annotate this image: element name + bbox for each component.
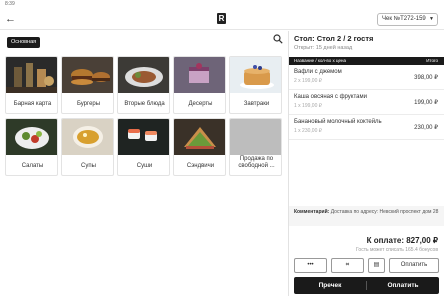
- pay-secondary-button[interactable]: Оплатить: [389, 258, 439, 273]
- back-arrow-icon[interactable]: ←: [5, 12, 16, 26]
- menu-tile-free-sale[interactable]: Продажа по свободной ...: [229, 118, 282, 176]
- menu-tile-soups[interactable]: Супы: [61, 118, 114, 176]
- scan-button[interactable]: ⌗: [331, 258, 364, 273]
- tile-label: Салаты: [21, 163, 44, 169]
- scan-icon: ⌗: [345, 262, 350, 268]
- salad-photo-icon: [6, 119, 57, 155]
- search-icon[interactable]: [271, 34, 285, 48]
- print-icon: ▤: [373, 262, 380, 268]
- chevron-down-icon: ▼: [429, 16, 434, 22]
- tile-label: Бургеры: [76, 101, 101, 107]
- item-sum: 398,00 ₽: [414, 75, 438, 81]
- order-actions: ••• ⌗ ▤ Оплатить: [294, 258, 439, 273]
- bar-drinks-photo-icon: [6, 57, 57, 93]
- item-qty: 1 x 199,00 ₽: [294, 103, 322, 109]
- category-chip[interactable]: Основная: [7, 37, 41, 48]
- app-logo: R: [217, 13, 226, 24]
- tile-label: Суши: [136, 163, 153, 169]
- tile-label: Сэндвичи: [186, 163, 215, 169]
- order-item[interactable]: Вафли с джемом 2 x 199,00 ₽ 398,00 ₽: [289, 65, 444, 90]
- order-item[interactable]: Каша овсяная с фруктами 1 x 199,00 ₽ 199…: [289, 90, 444, 115]
- order-comment: Комментарий: Доставка по адресу: Невский…: [289, 206, 444, 226]
- tile-label: Десерты: [188, 101, 213, 107]
- pay-bar: Пречек Оплатить: [294, 277, 439, 294]
- more-icon: •••: [307, 262, 314, 268]
- status-time: 8:39: [5, 1, 15, 7]
- order-table-header: Название / кол-во х цена Итого: [289, 57, 444, 65]
- order-opened: Открыт: 15 дней назад: [294, 45, 353, 51]
- menu-tile-bar[interactable]: Барная карта: [5, 56, 58, 114]
- sandwich-photo-icon: [174, 119, 225, 155]
- main-dish-photo-icon: [118, 57, 169, 93]
- order-title: Стол: Стол 2 / 2 гостя: [294, 34, 374, 43]
- item-name: Вафли с джемом: [294, 69, 342, 75]
- col-name-header: Название / кол-во х цена: [294, 58, 347, 63]
- order-panel: Стол: Стол 2 / 2 гостя Открыт: 15 дней н…: [289, 31, 444, 296]
- empty-placeholder-icon: [230, 119, 281, 155]
- menu-tile-salads[interactable]: Салаты: [5, 118, 58, 176]
- menu-tile-sandwiches[interactable]: Сэндвичи: [173, 118, 226, 176]
- menu-tile-sushi[interactable]: Суши: [117, 118, 170, 176]
- status-bar: 8:39: [0, 0, 444, 9]
- item-sum: 230,00 ₽: [414, 125, 438, 131]
- menu-tile-desserts[interactable]: Десерты: [173, 56, 226, 114]
- tile-label: Продажа по свободной ...: [238, 156, 275, 169]
- tile-label: Вторые блюда: [124, 101, 165, 107]
- menu-tile-main-dishes[interactable]: Вторые блюда: [117, 56, 170, 114]
- check-number: Чек №T272-159: [382, 16, 426, 22]
- app-bar: ← R Чек №T272-159 ▼: [0, 9, 444, 30]
- menu-tile-burgers[interactable]: Бургеры: [61, 56, 114, 114]
- pay-secondary-label: Оплатить: [400, 262, 428, 268]
- pay-button[interactable]: Оплатить: [367, 277, 439, 294]
- dessert-photo-icon: [174, 57, 225, 93]
- print-button[interactable]: ▤: [368, 258, 385, 273]
- item-name: Банановый молочный коктейль: [294, 119, 382, 125]
- tile-label: Завтраки: [243, 101, 270, 107]
- burger-photo-icon: [62, 57, 113, 93]
- sushi-photo-icon: [118, 119, 169, 155]
- order-total: К оплате: 827,00 ₽: [366, 236, 438, 245]
- check-selector[interactable]: Чек №T272-159 ▼: [377, 13, 438, 26]
- comment-text: Доставка по адресу: Невский проспект дом…: [330, 209, 439, 215]
- bonus-hint: Гость может списать 165.4 бонусов: [356, 247, 438, 253]
- soup-photo-icon: [62, 119, 113, 155]
- order-item[interactable]: Банановый молочный коктейль 1 x 230,00 ₽…: [289, 115, 444, 140]
- item-sum: 199,00 ₽: [414, 100, 438, 106]
- menu-tile-breakfast[interactable]: Завтраки: [229, 56, 282, 114]
- tile-label: Супы: [81, 163, 96, 169]
- item-qty: 1 x 230,00 ₽: [294, 128, 322, 134]
- tile-label: Барная карта: [13, 101, 52, 107]
- item-name: Каша овсяная с фруктами: [294, 94, 367, 100]
- item-qty: 2 x 199,00 ₽: [294, 78, 322, 84]
- more-button[interactable]: •••: [294, 258, 327, 273]
- receipt-button[interactable]: Пречек: [294, 277, 366, 294]
- col-total-header: Итого: [426, 58, 438, 63]
- pancakes-photo-icon: [230, 57, 281, 93]
- comment-label: Комментарий:: [294, 209, 330, 215]
- menu-panel: Основная Барная карта Бургеры Вторые блю…: [0, 31, 288, 296]
